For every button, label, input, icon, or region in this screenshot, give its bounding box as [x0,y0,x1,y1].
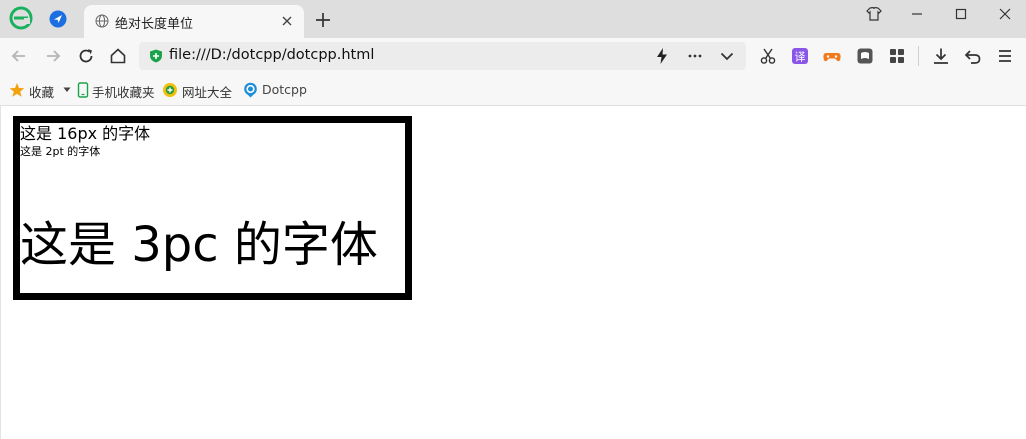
web-directory-icon [163,83,177,97]
toolbar-separator [918,46,919,66]
text-3pc: 这是 3pc 的字体 [20,217,378,273]
minimize-icon[interactable] [907,4,927,24]
tab-active[interactable]: 绝对长度单位 [84,5,304,38]
chevron-down-icon[interactable] [717,46,737,66]
scissors-icon[interactable] [758,46,778,66]
tab-strip: 绝对长度单位 [0,0,1026,38]
address-bar[interactable]: file:///D:/dotcpp/dotcpp.html [139,42,746,70]
browser-logo-icon[interactable] [9,6,33,30]
bookmark-dotcpp[interactable]: Dotcpp [243,81,308,99]
bookmark-mobile-favorites[interactable]: 手机收藏夹 [77,81,157,100]
bookmark-web-directory[interactable]: 网址大全 [162,81,234,100]
lightning-icon[interactable] [652,46,672,66]
forward-icon[interactable] [43,46,63,66]
text-2pt: 这是 2pt 的字体 [20,145,101,158]
back-icon[interactable] [9,46,29,66]
svg-text:译: 译 [795,51,806,64]
navigation-arrow-icon[interactable] [49,10,67,28]
window-close-icon[interactable] [995,4,1015,24]
translate-icon[interactable]: 译 [790,46,810,66]
navigation-toolbar: file:///D:/dotcpp/dotcpp.html 译 [0,38,1026,74]
secure-shield-icon [150,49,162,63]
undo-icon[interactable] [963,46,983,66]
bookmark-favorites-label: 收藏 [29,85,55,100]
page-viewport: 这是 16px 的字体 这是 2pt 的字体 这是 3pc 的字体 [0,106,1026,439]
bookmark-label: 网址大全 [182,85,233,100]
home-icon[interactable] [108,46,128,66]
maximize-icon[interactable] [951,4,971,24]
gamepad-icon[interactable] [822,46,842,66]
font-size-demo-box: 这是 16px 的字体 这是 2pt 的字体 这是 3pc 的字体 [13,116,412,300]
new-tab-plus-icon[interactable] [314,11,332,29]
star-icon [9,83,25,97]
phone-icon [77,82,89,98]
bookmark-label: 手机收藏夹 [92,85,155,100]
text-16px: 这是 16px 的字体 [20,124,151,143]
bookmark-favorites[interactable]: 收藏 [9,81,74,100]
globe-icon [95,14,109,28]
bookmark-label: Dotcpp [262,82,307,97]
reload-icon[interactable] [76,46,96,66]
more-dots-icon[interactable] [685,46,705,66]
address-url[interactable]: file:///D:/dotcpp/dotcpp.html [169,47,374,63]
dropdown-caret-icon[interactable] [63,87,71,93]
dotcpp-icon [244,82,257,98]
reader-mode-icon[interactable] [855,46,875,66]
bookmarks-bar: 收藏 手机收藏夹 网址大全 Dotcpp [0,74,1026,106]
apps-grid-icon[interactable] [887,46,907,66]
skin-shirt-icon[interactable] [864,4,884,24]
download-icon[interactable] [931,46,951,66]
close-icon[interactable] [280,14,294,28]
menu-icon[interactable] [995,46,1015,66]
tab-title: 绝对长度单位 [115,17,194,32]
